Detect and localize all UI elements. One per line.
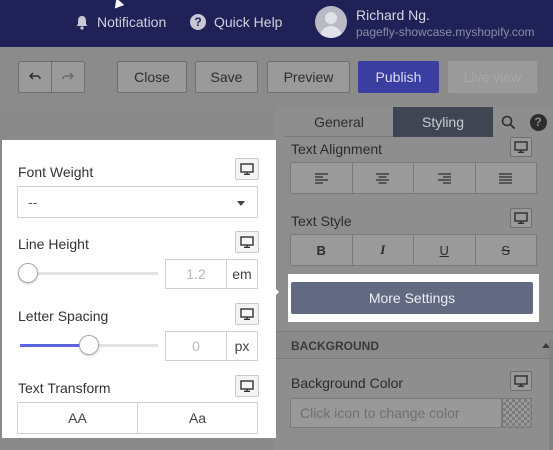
text-transform-label: Text Transform	[18, 380, 111, 396]
responsive-toggle[interactable]	[510, 208, 532, 228]
typography-popup: Font Weight -- Line Height 1.2 em Letter…	[2, 140, 276, 438]
background-color-input[interactable]: Click icon to change color	[290, 398, 502, 428]
redo-button[interactable]	[51, 61, 85, 93]
align-justify-button[interactable]	[476, 163, 537, 193]
responsive-toggle[interactable]	[235, 375, 259, 397]
question-icon: ?	[190, 14, 206, 30]
save-button[interactable]: Save	[195, 61, 258, 93]
avatar[interactable]	[315, 6, 347, 38]
color-picker-swatch[interactable]	[502, 398, 532, 428]
responsive-toggle[interactable]	[510, 371, 532, 391]
notification-label: Notification	[97, 14, 167, 30]
letter-spacing-slider-thumb[interactable]	[79, 335, 99, 355]
quick-help-link[interactable]: ? Quick Help	[190, 14, 282, 30]
close-button[interactable]: Close	[117, 61, 187, 93]
line-height-slider-track[interactable]	[20, 272, 158, 275]
letter-spacing-unit[interactable]: px	[227, 331, 258, 361]
mouse-cursor	[111, 0, 125, 9]
capitalize-button[interactable]: Aa	[138, 403, 257, 433]
top-bar: Notification ? Quick Help Richard Ng. pa…	[0, 0, 553, 47]
question-icon: ?	[529, 113, 547, 131]
undo-icon	[29, 72, 41, 80]
line-height-unit[interactable]: em	[227, 259, 258, 289]
redo-icon	[62, 72, 74, 80]
search-icon	[501, 115, 515, 129]
background-section-title: BACKGROUND	[291, 339, 379, 353]
panel-tabs: General Styling ?	[275, 107, 553, 137]
monitor-icon	[240, 163, 254, 175]
monitor-icon	[240, 380, 254, 392]
letter-spacing-input[interactable]: 0	[165, 331, 227, 361]
monitor-icon	[514, 375, 528, 387]
monitor-icon	[514, 141, 528, 153]
publish-button[interactable]: Publish	[358, 61, 439, 93]
align-left-icon	[314, 172, 328, 184]
align-center-icon	[376, 172, 390, 184]
responsive-toggle[interactable]	[510, 137, 532, 157]
line-height-label: Line Height	[18, 236, 89, 252]
background-section-header[interactable]: BACKGROUND	[275, 331, 553, 359]
user-shop: pagefly-showcase.myshopify.com	[356, 25, 535, 39]
text-transform-group: AA Aa	[17, 402, 258, 434]
strikethrough-button[interactable]: S	[476, 235, 537, 265]
chevron-down-icon	[237, 201, 245, 206]
align-justify-icon	[499, 172, 513, 184]
notification-link[interactable]: Notification	[75, 14, 166, 30]
tab-styling[interactable]: Styling	[393, 107, 493, 137]
underline-button[interactable]: U	[414, 235, 476, 265]
preview-button[interactable]: Preview	[267, 61, 350, 93]
align-left-button[interactable]	[291, 163, 353, 193]
help-button[interactable]: ?	[525, 107, 551, 137]
panel-scrollbar[interactable]	[549, 339, 553, 450]
italic-button[interactable]: I	[353, 235, 414, 265]
monitor-icon	[514, 212, 528, 224]
live-view-button[interactable]: Live view	[448, 61, 537, 93]
bell-icon	[76, 15, 88, 30]
user-name[interactable]: Richard Ng.	[356, 7, 430, 23]
align-right-button[interactable]	[414, 163, 476, 193]
text-style-label: Text Style	[291, 213, 352, 229]
align-right-icon	[437, 172, 451, 184]
text-style-group: B I U S	[290, 234, 537, 266]
text-alignment-label: Text Alignment	[291, 141, 383, 157]
monitor-icon	[240, 236, 254, 248]
search-button[interactable]	[493, 107, 523, 137]
uppercase-button[interactable]: AA	[18, 403, 138, 433]
line-height-slider-thumb[interactable]	[18, 263, 38, 283]
responsive-toggle[interactable]	[235, 231, 259, 253]
canvas-backdrop	[0, 438, 275, 450]
responsive-toggle[interactable]	[235, 158, 259, 180]
monitor-icon	[240, 308, 254, 320]
undo-button[interactable]	[18, 61, 52, 93]
bold-button[interactable]: B	[291, 235, 353, 265]
more-settings-button[interactable]: More Settings	[291, 282, 533, 314]
editor-toolbar: Close Save Preview Publish Live view	[0, 47, 553, 107]
font-weight-value: --	[28, 194, 38, 210]
quick-help-label: Quick Help	[214, 14, 283, 30]
text-alignment-group	[290, 162, 537, 194]
font-weight-label: Font Weight	[18, 164, 94, 180]
line-height-input[interactable]: 1.2	[165, 259, 227, 289]
font-weight-select[interactable]: --	[17, 186, 258, 218]
responsive-toggle[interactable]	[235, 303, 259, 325]
align-center-button[interactable]	[353, 163, 414, 193]
background-color-label: Background Color	[291, 375, 404, 391]
letter-spacing-label: Letter Spacing	[18, 308, 109, 324]
tab-general[interactable]: General	[285, 107, 393, 137]
